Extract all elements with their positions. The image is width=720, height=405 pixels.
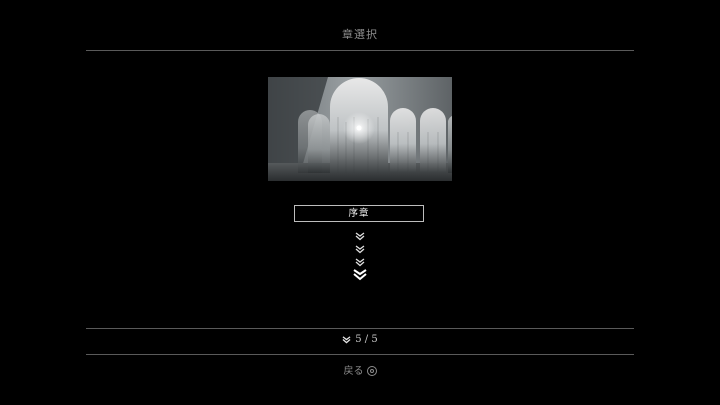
circle-button-icon: [366, 366, 377, 376]
page-indicator-text: 5 / 5: [355, 334, 378, 345]
chevron-down-icon: [342, 335, 351, 344]
bottom-divider: [86, 354, 634, 355]
screen-title: 章選択: [342, 28, 378, 41]
chapter-select-screen: 章選択 序章 5 / 5 戻る: [0, 0, 720, 405]
chapter-name-box[interactable]: 序章: [294, 205, 424, 222]
chevron-down-icon: [355, 245, 365, 254]
footer-divider: [86, 328, 634, 329]
current-chapter-marker-icon: [353, 269, 367, 281]
progress-markers: [350, 232, 370, 281]
chapter-preview-image[interactable]: [268, 77, 452, 181]
chevron-down-icon: [355, 258, 365, 267]
chevron-down-icon: [355, 232, 365, 241]
top-divider: [86, 50, 634, 51]
back-button[interactable]: 戻る: [0, 362, 720, 377]
page-indicator: 5 / 5: [0, 334, 720, 345]
back-label: 戻る: [343, 366, 364, 377]
